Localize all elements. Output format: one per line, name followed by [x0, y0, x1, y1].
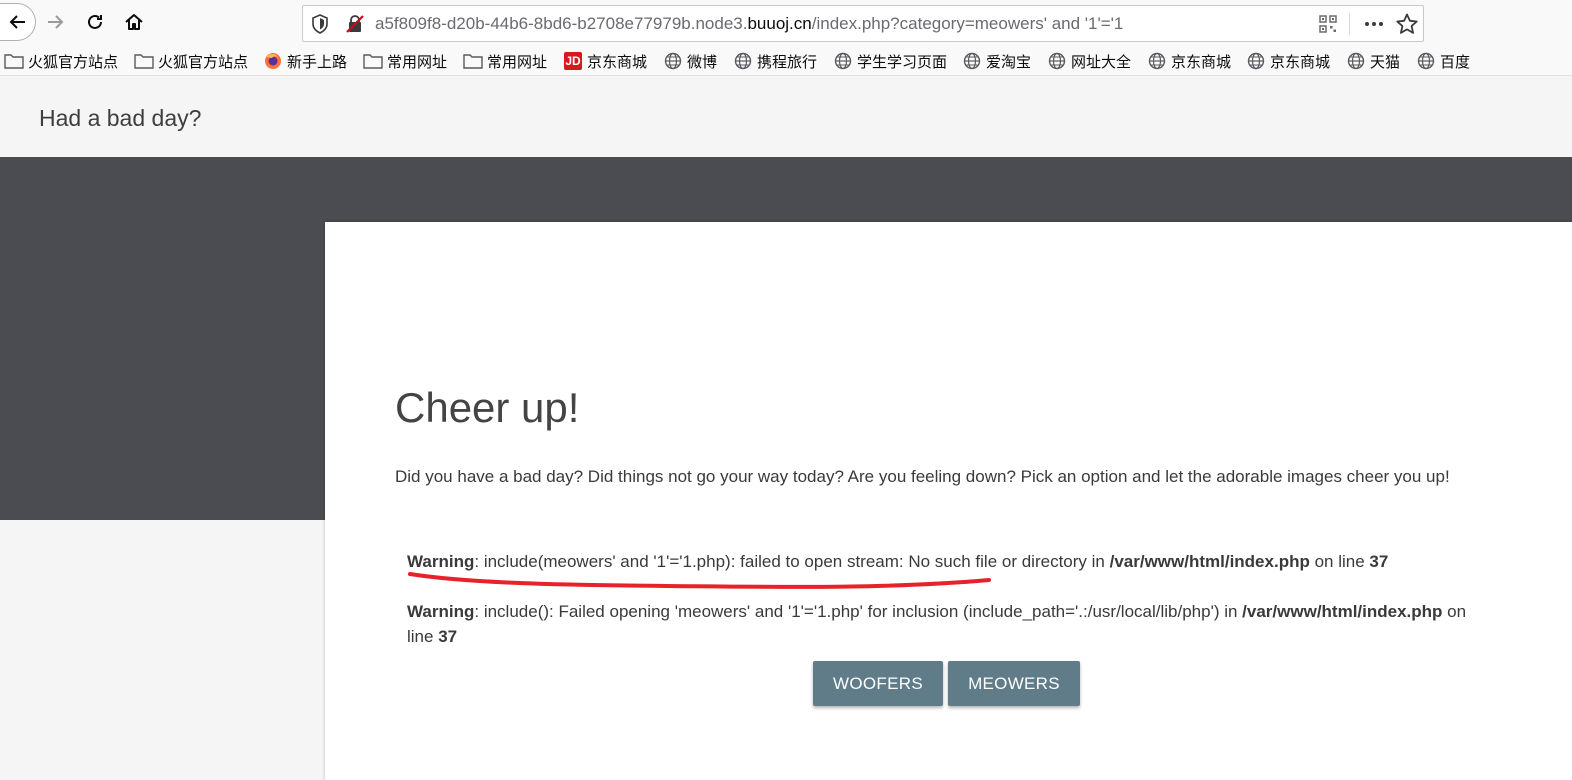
arrow-right-icon	[48, 15, 64, 29]
warning-label: Warning	[407, 602, 475, 621]
reload-button[interactable]	[78, 4, 112, 40]
bookmark-item[interactable]: 火狐官方站点	[4, 51, 118, 71]
folder-icon	[134, 52, 154, 70]
home-icon	[125, 14, 143, 30]
url-domain: buuoj.cn	[747, 14, 812, 33]
warning-path: /var/www/html/index.php	[1109, 552, 1310, 571]
bookmark-item[interactable]: 新手上路	[263, 51, 347, 71]
url-path: /index.php?category=meowers' and '1'='1	[811, 14, 1124, 33]
site-header: Had a bad day?	[0, 77, 1572, 157]
tracking-shield-icon[interactable]	[311, 14, 329, 39]
bookmark-label: 京东商城	[587, 53, 648, 71]
folder-icon	[4, 52, 24, 70]
bookmark-label: 京东商城	[1270, 53, 1331, 71]
folder-icon	[463, 52, 483, 70]
bookmark-label: 火狐官方站点	[158, 53, 249, 71]
intro-text: Did you have a bad day? Did things not g…	[395, 467, 1450, 486]
bookmark-label: 京东商城	[1171, 53, 1232, 71]
address-bar[interactable]: a5f809f8-d20b-44b6-8bd6-b2708e77979b.nod…	[302, 5, 1424, 42]
jd-logo-text: JD	[564, 52, 582, 70]
bookmark-item[interactable]: 京东商城	[1147, 51, 1231, 71]
bookmark-label: 火狐官方站点	[28, 53, 119, 71]
forward-button[interactable]	[38, 4, 72, 40]
back-button[interactable]	[0, 3, 36, 41]
folder-icon	[363, 52, 383, 70]
meowers-button[interactable]: MEOWERS	[948, 661, 1080, 706]
urlbar-divider	[1349, 13, 1350, 35]
page-actions-icon[interactable]	[1359, 13, 1389, 35]
globe-icon	[1147, 52, 1167, 70]
globe-icon	[1416, 52, 1436, 70]
bookmark-item[interactable]: 网址大全	[1047, 51, 1131, 71]
globe-icon	[1047, 52, 1067, 70]
warning-line-number: 37	[1369, 552, 1389, 571]
bookmark-label: 新手上路	[287, 53, 348, 71]
globe-icon	[663, 52, 683, 70]
bookmark-label: 常用网址	[387, 53, 448, 71]
page-title: Cheer up!	[395, 384, 580, 431]
jd-icon: JD	[563, 52, 583, 70]
bookmark-label: 常用网址	[487, 53, 548, 71]
bookmark-item[interactable]: 京东商城	[1246, 51, 1330, 71]
warning-line-number: 37	[438, 627, 458, 646]
bookmark-item[interactable]: 携程旅行	[733, 51, 817, 71]
url-prefix: a5f809f8-d20b-44b6-8bd6-b2708e77979b.nod…	[375, 14, 748, 33]
bookmark-item[interactable]: 学生学习页面	[833, 51, 947, 71]
bookmark-label: 网址大全	[1071, 53, 1132, 71]
bookmark-label: 百度	[1440, 53, 1471, 71]
bookmarks-bar: 火狐官方站点 火狐官方站点 新手上路 常用网址 常用网址 JD 京东商城 微博 …	[0, 46, 1572, 76]
bookmark-item[interactable]: 天猫	[1346, 51, 1400, 71]
globe-icon	[733, 52, 753, 70]
arrow-left-icon	[9, 15, 25, 29]
qr-code-icon[interactable]	[1319, 15, 1337, 38]
warning-path: /var/www/html/index.php	[1242, 602, 1443, 621]
insecure-lock-icon[interactable]	[345, 14, 365, 39]
globe-icon	[1346, 52, 1366, 70]
content-card: Cheer up! Did you have a bad day? Did th…	[325, 222, 1572, 780]
bookmark-item[interactable]: 常用网址	[363, 51, 447, 71]
bookmark-star-icon[interactable]	[1395, 12, 1419, 41]
red-annotation-underline	[408, 572, 991, 589]
warning-message: : include(): Failed opening 'meowers' an…	[474, 602, 1243, 621]
bookmark-label: 学生学习页面	[857, 53, 948, 71]
bookmark-label: 爱淘宝	[986, 53, 1032, 71]
globe-icon	[833, 52, 853, 70]
bookmark-label: 微博	[687, 53, 718, 71]
bookmark-item[interactable]: 火狐官方站点	[134, 51, 248, 71]
reload-icon	[88, 14, 102, 29]
globe-icon	[1246, 52, 1266, 70]
firefox-icon	[263, 52, 283, 70]
warning-on-line: on line	[1309, 552, 1370, 571]
site-title[interactable]: Had a bad day?	[39, 105, 201, 132]
php-warning: Warning: include(): Failed opening 'meow…	[407, 599, 1497, 649]
url-text[interactable]: a5f809f8-d20b-44b6-8bd6-b2708e77979b.nod…	[375, 14, 1123, 34]
bookmark-item[interactable]: 常用网址	[463, 51, 547, 71]
bookmark-item[interactable]: 百度	[1416, 51, 1470, 71]
woofers-button[interactable]: WOOFERS	[813, 661, 943, 706]
bookmark-label: 天猫	[1370, 53, 1401, 71]
browser-toolbar: a5f809f8-d20b-44b6-8bd6-b2708e77979b.nod…	[0, 0, 1572, 46]
bookmark-label: 携程旅行	[757, 53, 818, 71]
home-button[interactable]	[117, 4, 151, 40]
bookmark-item[interactable]: 爱淘宝	[962, 51, 1031, 71]
bookmark-item[interactable]: 微博	[663, 51, 717, 71]
bookmark-item[interactable]: JD 京东商城	[563, 51, 647, 71]
globe-icon	[962, 52, 982, 70]
